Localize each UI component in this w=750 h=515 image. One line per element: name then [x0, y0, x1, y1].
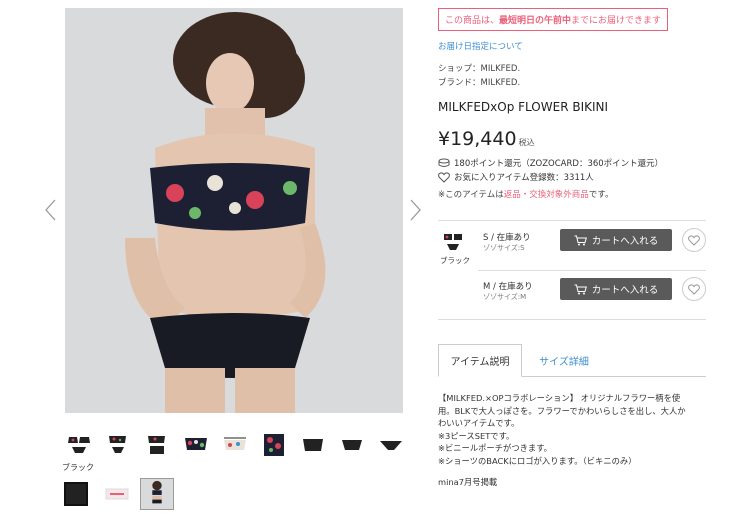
- shop-line: ショップ：MILKFED.: [438, 64, 521, 74]
- thumbnail-logo-tag[interactable]: [100, 478, 134, 510]
- tab-size-detail[interactable]: サイズ詳細: [534, 344, 594, 377]
- notice-prefix: ※このアイテムは: [438, 190, 504, 200]
- thumbnail-top-bottom[interactable]: [99, 428, 136, 462]
- prev-image-arrow-icon[interactable]: [42, 198, 60, 222]
- thumbnail-black-shorts[interactable]: [294, 428, 331, 462]
- product-name: MILKFEDxOp FLOWER BIKINI: [438, 100, 609, 114]
- delivery-date-link[interactable]: お届け日指定について: [438, 40, 708, 52]
- item-description: 【MILKFED.×OPコラボレーション】 オリジナルフラワー柄を使 用。BLK…: [438, 392, 710, 488]
- return-notice: ※このアイテムは返品・交換対象外商品です。: [438, 188, 708, 200]
- size-stock: S / 在庫あり: [483, 233, 531, 243]
- points-row: 180ポイント還元（ZOZOCARD：360ポイント還元）: [438, 156, 708, 170]
- description-footer: mina7月号掲載: [438, 476, 498, 487]
- thumbnail-strip-2: [60, 478, 174, 510]
- thumbnail-black-shorts-back[interactable]: [333, 428, 370, 462]
- description-line: ※ショーツのBACKにロゴが入ります。（ビキニのみ）: [438, 455, 637, 466]
- thumbnail-bikini-bottom[interactable]: [372, 428, 409, 462]
- favorites-text: お気に入りアイテム登録数：3311人: [454, 173, 594, 183]
- thumbnail-pouch[interactable]: [60, 478, 94, 510]
- description-line: ※3ピースSETです。: [438, 430, 515, 441]
- thumbnail-top-shorts[interactable]: [138, 428, 175, 462]
- coin-stack-icon: [438, 158, 450, 167]
- price: ¥19,440 税込: [438, 128, 708, 150]
- cart-button-label: カートへ入れる: [591, 285, 659, 296]
- thumbnail-caption: ブラック: [62, 463, 94, 472]
- notice-highlight-link[interactable]: 返品・交換対象外商品: [504, 190, 589, 200]
- next-image-arrow-icon[interactable]: [406, 198, 424, 222]
- favorite-button[interactable]: [682, 228, 706, 252]
- thumbnail-floral-top-back[interactable]: [216, 428, 253, 462]
- description-line: ※ビニールポーチがつきます。: [438, 443, 552, 454]
- zozo-size: ゾゾサイズ:S: [483, 244, 525, 252]
- color-swatch: [442, 231, 464, 253]
- price-tax: 税込: [518, 138, 535, 147]
- main-product-photo: [65, 8, 403, 413]
- add-to-cart-button[interactable]: カートへ入れる: [560, 229, 672, 251]
- zozo-size: ゾゾサイズ:M: [483, 293, 527, 301]
- brand-line: ブランド：MILKFED.: [438, 78, 521, 88]
- description-line: わいいアイテムです。: [438, 418, 520, 429]
- cart-icon: [574, 235, 587, 245]
- heart-icon: [688, 283, 700, 295]
- add-to-cart-button[interactable]: カートへ入れる: [560, 278, 672, 300]
- detail-tabs: アイテム説明 サイズ詳細: [438, 344, 706, 377]
- color-label: ブラック: [440, 256, 470, 265]
- thumbnail-strip: [60, 428, 409, 462]
- sku-row: M / 在庫あり ゾゾサイズ:M カートへ入れる: [438, 274, 706, 322]
- delivery-suffix: までにお届けできます: [571, 16, 662, 26]
- cart-button-label: カートへ入れる: [591, 236, 659, 247]
- heart-icon: [688, 234, 700, 246]
- product-info: この商品は、最短明日の午前中までにお届けできます お届け日指定について ショップ…: [438, 8, 708, 200]
- size-stock: M / 在庫あり: [483, 282, 533, 292]
- points-text: 180ポイント還元（ZOZOCARD：360ポイント還元）: [454, 159, 664, 169]
- price-amount: ¥19,440: [438, 128, 517, 150]
- favorites-row: お気に入りアイテム登録数：3311人: [438, 170, 708, 184]
- delivery-prefix: この商品は、: [445, 16, 500, 26]
- cart-icon: [574, 284, 587, 294]
- sku-divider: [478, 270, 706, 271]
- thumbnail-model[interactable]: [140, 478, 174, 510]
- delivery-emph: 最短明日の午前中: [499, 16, 572, 26]
- tab-item-description[interactable]: アイテム説明: [438, 344, 522, 377]
- heart-outline-icon: [438, 171, 450, 183]
- notice-suffix: です。: [588, 190, 614, 200]
- sku-list: ブラック S / 在庫あり ゾゾサイズ:S カートへ入れる M / 在庫あり ゾ…: [438, 220, 706, 320]
- description-line: 用。BLKで大人っぽさを。フラワーでかわいらしさを出し、大人か: [438, 405, 686, 416]
- thumbnail-black-set[interactable]: [60, 428, 97, 462]
- favorite-button[interactable]: [682, 277, 706, 301]
- thumbnail-floral-pattern[interactable]: [255, 428, 292, 462]
- description-line: 【MILKFED.×OPコラボレーション】 オリジナルフラワー柄を使: [438, 393, 681, 403]
- delivery-notice: この商品は、最短明日の午前中までにお届けできます: [438, 8, 669, 31]
- thumbnail-floral-top[interactable]: [177, 428, 214, 462]
- sku-row: ブラック S / 在庫あり ゾゾサイズ:S カートへ入れる: [438, 225, 706, 273]
